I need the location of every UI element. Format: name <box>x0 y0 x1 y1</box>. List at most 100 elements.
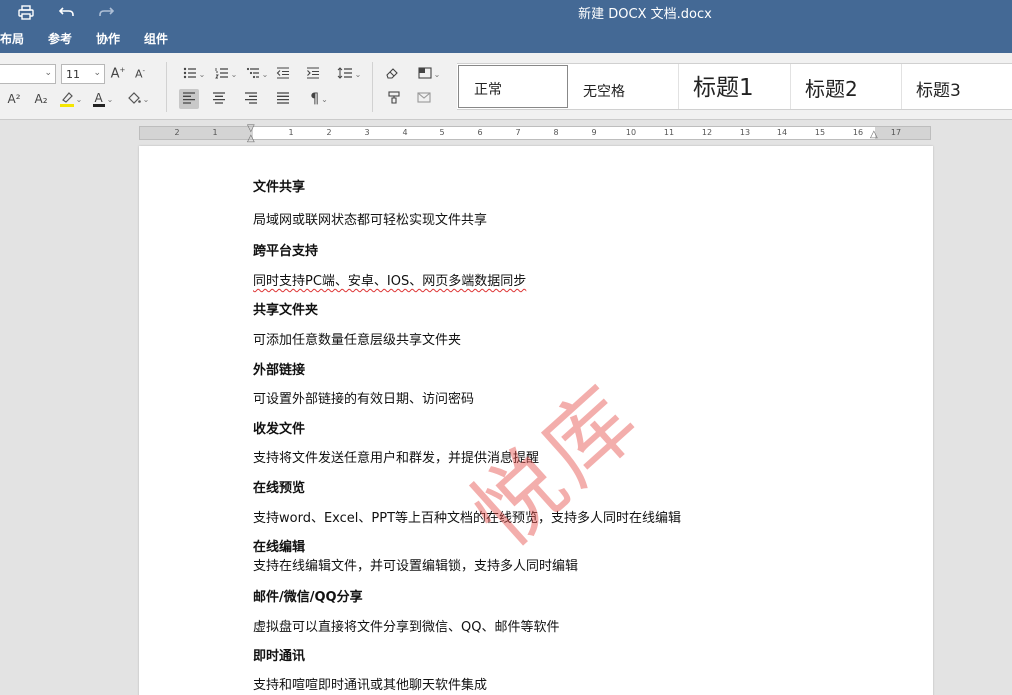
style-label: 标题2 <box>805 77 858 101</box>
paragraph: 支持在线编辑文件，并可设置编辑锁，支持多人同时编辑 <box>253 559 579 574</box>
ruler-number: 1 <box>288 128 294 137</box>
style-heading-3[interactable]: 标题3 <box>902 64 1012 109</box>
color-scheme-icon <box>418 66 432 82</box>
heading-external-link: 外部链接 <box>253 363 306 378</box>
ruler-number: 8 <box>553 128 559 137</box>
bullet-list-button[interactable]: ⌄ <box>180 64 208 84</box>
heading-online-edit: 在线编辑 <box>253 540 306 555</box>
color-scheme-button[interactable]: ⌄ <box>414 64 444 84</box>
subscript-button[interactable]: A₂ <box>32 89 50 109</box>
align-right-icon <box>244 91 258 107</box>
grow-font-button[interactable]: A+ <box>109 64 127 84</box>
paragraph: 可设置外部链接的有效日期、访问密码 <box>253 392 475 407</box>
style-normal[interactable]: 正常 <box>458 65 568 108</box>
line-spacing-icon <box>337 66 353 82</box>
highlight-button[interactable]: ⌄ <box>58 89 84 109</box>
increase-indent-icon <box>306 66 320 82</box>
printer-icon[interactable] <box>15 2 37 22</box>
paragraph: 支持word、Excel、PPT等上百种文档的在线预览，支持多人同时在线编辑 <box>253 511 682 526</box>
paragraph: 虚拟盘可以直接将文件分享到微信、QQ、邮件等软件 <box>253 620 560 635</box>
style-gallery: 正常 无空格 标题1 标题2 标题3 <box>457 63 1012 110</box>
chevron-down-icon: ⌄ <box>321 94 328 104</box>
subscript-icon: A₂ <box>34 92 48 106</box>
font-color-icon: A <box>92 91 105 107</box>
chevron-down-icon: ⌄ <box>230 69 238 79</box>
shrink-font-button[interactable]: A- <box>131 64 149 84</box>
ruler-number: 2 <box>174 128 180 137</box>
heading-file-sharing: 文件共享 <box>253 180 306 195</box>
heading-cross-platform: 跨平台支持 <box>253 244 319 259</box>
pilcrow-icon: ¶ <box>310 91 320 107</box>
font-size-value: 11 <box>66 67 80 81</box>
paragraph-marks-button[interactable]: ¶ ⌄ <box>304 89 334 109</box>
ruler-number: 4 <box>402 128 408 137</box>
right-indent-marker[interactable]: △ <box>870 130 878 140</box>
superscript-button[interactable]: A² <box>5 89 23 109</box>
left-indent-marker[interactable]: △ <box>247 134 255 144</box>
menu-plugins[interactable]: 组件 <box>144 30 168 47</box>
undo-icon[interactable] <box>56 2 78 22</box>
menu-collaboration[interactable]: 协作 <box>96 30 120 47</box>
menu-layout[interactable]: 布局 <box>0 30 24 47</box>
chevron-down-icon: ⌄ <box>142 94 150 104</box>
align-center-button[interactable] <box>209 89 229 109</box>
chevron-down-icon: ⌄ <box>106 94 114 104</box>
chevron-down-icon: ⌄ <box>354 69 362 79</box>
style-no-spacing[interactable]: 无空格 <box>569 64 679 109</box>
heading-send-receive: 收发文件 <box>253 422 306 437</box>
heading-online-preview: 在线预览 <box>253 481 306 496</box>
font-color-button[interactable]: A ⌄ <box>90 89 116 109</box>
justify-button[interactable] <box>273 89 293 109</box>
ruler-number: 17 <box>890 128 902 137</box>
paragraph: 支持将文件发送任意用户和群发，并提供消息提醒 <box>253 451 540 466</box>
paragraph: 局域网或联网状态都可轻松实现文件共享 <box>253 213 488 228</box>
align-right-button[interactable] <box>241 89 261 109</box>
heading-share: 邮件/微信/QQ分享 <box>253 590 363 605</box>
ruler-number: 9 <box>591 128 597 137</box>
mail-merge-button[interactable] <box>414 89 434 109</box>
copy-style-button[interactable] <box>384 89 404 109</box>
style-label: 标题1 <box>693 75 754 101</box>
align-left-icon <box>182 91 196 107</box>
shading-button[interactable]: ⌄ <box>123 89 153 109</box>
numbered-list-icon <box>214 67 229 82</box>
highlighter-icon <box>59 91 74 107</box>
menu-references[interactable]: 参考 <box>48 30 72 47</box>
increase-indent-button[interactable] <box>304 64 322 84</box>
multilevel-list-button[interactable]: ⌄ <box>243 64 271 84</box>
font-name-select[interactable]: ⌄ <box>0 64 56 84</box>
toolbar-divider <box>166 62 167 112</box>
shrink-font-icon: A- <box>134 67 146 81</box>
ruler-number: 11 <box>663 128 675 137</box>
horizontal-ruler[interactable]: 2 1 1 2 3 4 5 6 7 8 9 10 11 12 13 14 15 … <box>139 124 931 144</box>
style-heading-1[interactable]: 标题1 <box>679 64 791 109</box>
heading-instant-messaging: 即时通讯 <box>253 649 306 664</box>
ruler-number: 3 <box>364 128 370 137</box>
chevron-down-icon: ⌄ <box>433 69 441 79</box>
redo-icon[interactable] <box>95 2 117 22</box>
envelope-icon <box>417 92 431 106</box>
decrease-indent-button[interactable] <box>274 64 292 84</box>
paragraph: 可添加任意数量任意层级共享文件夹 <box>253 333 462 348</box>
align-center-icon <box>212 91 226 107</box>
document-page[interactable]: 文件共享 局域网或联网状态都可轻松实现文件共享 跨平台支持 同时支持PC端、安卓… <box>139 146 933 695</box>
toolbar-divider <box>372 62 373 112</box>
ruler-number: 2 <box>326 128 332 137</box>
numbered-list-button[interactable]: ⌄ <box>212 64 240 84</box>
clear-formatting-button[interactable] <box>382 64 402 84</box>
chevron-down-icon: ⌄ <box>198 69 206 79</box>
style-heading-2[interactable]: 标题2 <box>791 64 902 109</box>
chevron-down-icon: ⌄ <box>261 69 269 79</box>
ruler-number: 6 <box>477 128 483 137</box>
heading-shared-folder: 共享文件夹 <box>253 303 319 318</box>
ribbon-toolbar: ⌄ 11 ⌄ A+ A- A² A₂ ⌄ A ⌄ ⌄ ⌄ ⌄ ⌄ ⌄ ¶ ⌄ ⌄… <box>0 53 1012 120</box>
title-bar: 新建 DOCX 文档.docx 布局 参考 协作 组件 <box>0 0 1012 53</box>
chevron-down-icon: ⌄ <box>44 68 52 78</box>
eraser-icon <box>385 67 399 82</box>
align-left-button[interactable] <box>179 89 199 109</box>
font-size-select[interactable]: 11 ⌄ <box>61 64 105 84</box>
format-painter-icon <box>387 91 401 107</box>
style-label: 无空格 <box>583 84 625 100</box>
line-spacing-button[interactable]: ⌄ <box>334 64 364 84</box>
grow-font-icon: A+ <box>110 66 126 82</box>
